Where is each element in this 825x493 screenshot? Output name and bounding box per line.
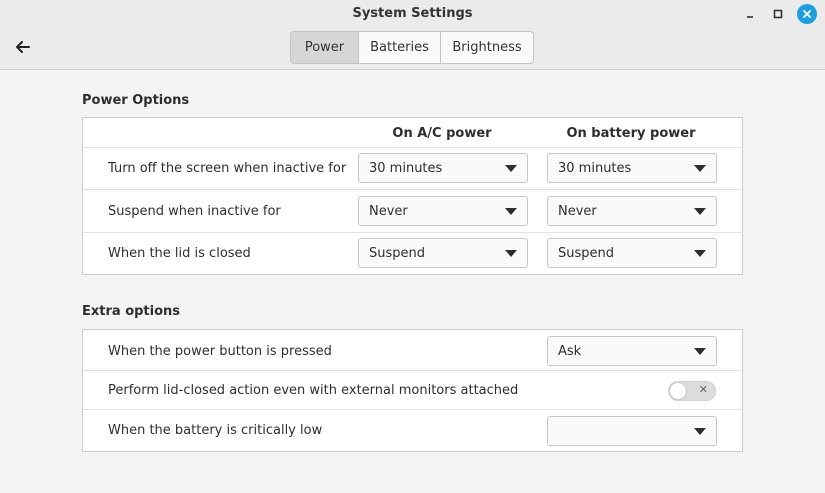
power-button-label: When the power button is pressed xyxy=(108,344,332,359)
maximize-icon xyxy=(773,9,783,19)
tab-bar: Power Batteries Brightness xyxy=(290,31,534,64)
chevron-down-icon xyxy=(505,165,517,172)
close-button[interactable] xyxy=(797,4,817,24)
column-header-ac: On A/C power xyxy=(392,126,492,141)
row-divider xyxy=(83,189,742,190)
dropdown-value: Ask xyxy=(558,343,582,359)
close-icon xyxy=(803,10,811,18)
lid-closed-label: When the lid is closed xyxy=(108,246,251,261)
column-header-battery: On battery power xyxy=(566,126,696,141)
lid-external-label: Perform lid-closed action even with exte… xyxy=(108,383,519,398)
row-divider xyxy=(83,370,742,371)
chevron-down-icon xyxy=(505,250,517,257)
suspend-inactive-label: Suspend when inactive for xyxy=(108,204,281,219)
screen-off-ac-dropdown[interactable]: 30 minutes xyxy=(358,153,528,183)
chevron-down-icon xyxy=(505,208,517,215)
window-title: System Settings xyxy=(352,6,473,21)
dropdown-value: Suspend xyxy=(369,245,426,261)
tab-batteries[interactable]: Batteries xyxy=(359,32,441,63)
dropdown-value: 30 minutes xyxy=(369,160,443,176)
row-divider xyxy=(83,147,742,148)
chevron-down-icon xyxy=(694,165,706,172)
row-divider xyxy=(83,232,742,233)
chevron-down-icon xyxy=(694,250,706,257)
lid-closed-ac-dropdown[interactable]: Suspend xyxy=(358,238,528,268)
battery-critical-dropdown[interactable] xyxy=(547,416,717,446)
screen-off-battery-dropdown[interactable]: 30 minutes xyxy=(547,153,717,183)
lid-closed-battery-dropdown[interactable]: Suspend xyxy=(547,238,717,268)
extra-options-title: Extra options xyxy=(82,304,181,319)
maximize-button[interactable] xyxy=(769,5,787,23)
screen-off-label: Turn off the screen when inactive for xyxy=(108,161,347,176)
dropdown-value: Suspend xyxy=(558,245,615,261)
chevron-down-icon xyxy=(694,428,706,435)
lid-external-switch[interactable]: ✕ xyxy=(668,381,716,401)
suspend-battery-dropdown[interactable]: Never xyxy=(547,196,717,226)
arrow-left-icon xyxy=(16,41,30,53)
back-button[interactable] xyxy=(12,36,34,58)
minimize-button[interactable] xyxy=(741,5,759,23)
power-options-panel: On A/C power On battery power Turn off t… xyxy=(82,117,743,275)
off-icon: ✕ xyxy=(698,383,708,396)
minimize-icon xyxy=(747,16,753,18)
tab-brightness[interactable]: Brightness xyxy=(441,32,533,63)
chevron-down-icon xyxy=(694,348,706,355)
power-button-dropdown[interactable]: Ask xyxy=(547,336,717,366)
dropdown-value: Never xyxy=(558,203,597,219)
tab-power[interactable]: Power xyxy=(291,32,359,63)
header-bar: System Settings Power Batteries Brightne… xyxy=(0,0,825,70)
row-divider xyxy=(83,409,742,410)
battery-critical-label: When the battery is critically low xyxy=(108,423,323,438)
power-options-title: Power Options xyxy=(82,93,190,108)
extra-options-panel: When the power button is pressed Ask Per… xyxy=(82,329,743,452)
dropdown-value: Never xyxy=(369,203,408,219)
chevron-down-icon xyxy=(694,208,706,215)
dropdown-value: 30 minutes xyxy=(558,160,632,176)
switch-knob xyxy=(669,382,687,400)
suspend-ac-dropdown[interactable]: Never xyxy=(358,196,528,226)
